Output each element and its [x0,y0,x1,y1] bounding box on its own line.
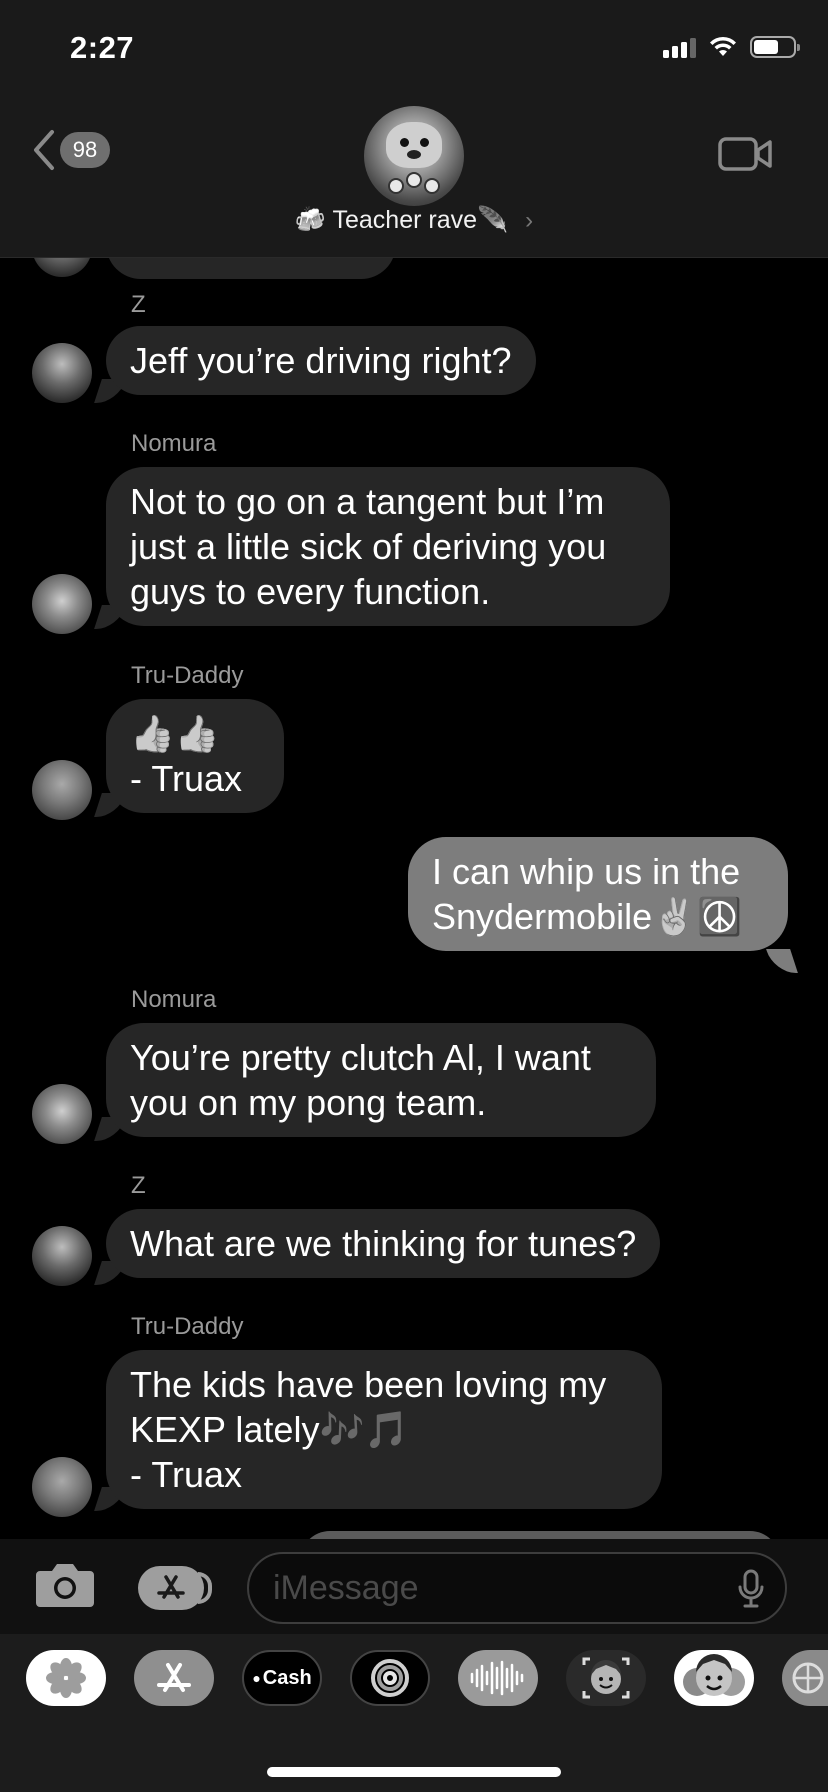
avatar-tru-daddy[interactable] [32,1457,92,1517]
camera-icon [36,1564,94,1607]
outgoing-message-bubble-partial[interactable] [300,1531,780,1539]
sender-name: Nomura [131,430,217,457]
message-bubble[interactable]: The kids have been loving my KEXP lately… [106,1350,662,1509]
photos-app-button[interactable] [26,1650,106,1706]
status-icons [663,36,800,58]
message-bubble[interactable]: You’re pretty clutch Al, I want you on m… [106,1023,656,1137]
avatar-nomura[interactable] [32,574,92,634]
animoji-app-button[interactable] [674,1650,754,1706]
avatar-nomura[interactable] [32,1084,92,1144]
app-store-app-button[interactable] [134,1650,214,1706]
bulldog-photo [386,122,442,168]
status-time: 2:27 [70,30,135,65]
home-indicator[interactable] [267,1767,561,1777]
facetime-video-button[interactable] [718,136,774,177]
activity-rings-icon [371,1659,409,1697]
sender-name: Tru-Daddy [131,1313,244,1340]
unread-count-badge: 98 [60,132,110,168]
camera-button[interactable] [34,1559,96,1614]
message-input[interactable] [247,1552,787,1624]
message-bubble[interactable]: What are we thinking for tunes? [106,1209,661,1278]
group-name: Teacher rave [332,206,478,234]
app-drawer: ● Cash [0,1634,828,1792]
battery-icon [750,36,800,58]
message-bubble[interactable]: Jeff you’re driving right? [106,326,536,395]
feather-emoji: 🪶 [477,206,509,234]
group-avatar[interactable] [364,106,464,206]
video-camera-icon [718,137,772,171]
message-list[interactable]: Z Jeff you’re driving right? Nomura Not … [0,257,828,1539]
avatar[interactable] [32,257,92,277]
waveform-icon [470,1660,524,1696]
apps-button[interactable] [138,1566,212,1610]
wifi-icon [710,36,736,56]
audio-message-app-button[interactable] [458,1650,538,1706]
back-button[interactable]: 98 [30,128,110,172]
chevron-left-icon [34,130,54,170]
sender-name: Nomura [131,986,217,1013]
photos-icon [46,1658,86,1698]
web-search-app-button[interactable] [782,1650,828,1706]
chevron-right-icon: › [525,207,534,234]
memoji-stickers-icon [582,1657,630,1699]
dictation-button[interactable] [738,1569,764,1614]
beer-emoji: 🍻 [294,206,326,234]
message-bubble[interactable]: Not to go on a tangent but I’m just a li… [106,467,670,626]
globe-icon [792,1662,824,1694]
message-bubble-partial[interactable] [106,257,396,279]
cellular-signal-icon [663,36,696,58]
avatar-z[interactable] [32,1226,92,1286]
microphone-icon [738,1569,764,1608]
apple-logo-icon: ● [252,1670,261,1686]
app-store-icon [157,1663,191,1692]
compose-bar [0,1539,828,1634]
avatar-tru-daddy[interactable] [32,760,92,820]
sender-name: Z [131,291,146,318]
memoji-stickers-app-button[interactable] [566,1650,646,1706]
group-name-button[interactable]: 🍻 Teacher rave🪶 › [0,206,828,235]
apple-cash-app-button[interactable]: ● Cash [242,1650,322,1706]
sender-name: Tru-Daddy [131,662,244,689]
animoji-icon [683,1654,745,1696]
app-store-icon [157,1575,185,1599]
conversation-header: 2:27 98 🍻 Teacher rave🪶 › [0,0,828,258]
avatar-z[interactable] [32,343,92,403]
message-bubble[interactable]: 👍👍 - Truax [106,699,284,813]
apple-cash-label: Cash [262,1666,312,1689]
sender-name: Z [131,1172,146,1199]
outgoing-message-bubble[interactable]: I can whip us in the Snydermobile✌️☮️ [408,837,788,951]
fitness-app-button[interactable] [350,1650,430,1706]
